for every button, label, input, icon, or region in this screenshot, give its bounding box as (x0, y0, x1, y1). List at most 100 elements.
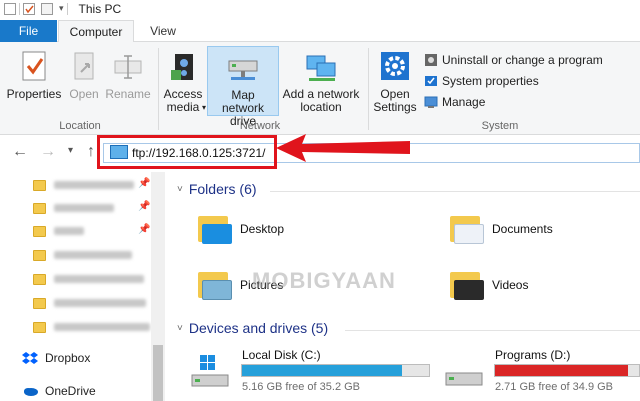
group-separator (158, 48, 159, 130)
annotation-arrow-icon (276, 134, 410, 162)
tab-file[interactable]: File (0, 20, 57, 42)
blurred-label (54, 299, 146, 307)
up-arrow-icon[interactable]: ↑ (87, 143, 95, 161)
open-settings-button[interactable]: Open Settings (372, 50, 418, 114)
folders-header-label: Folders (6) (188, 181, 257, 197)
open-icon (74, 52, 94, 80)
properties-label: Properties (6, 87, 62, 101)
folder-tile-documents[interactable]: Documents (450, 214, 553, 244)
drive-usage-bar (494, 364, 640, 377)
manage-button[interactable]: Manage (424, 93, 485, 111)
section-divider (270, 191, 640, 192)
system-properties-button[interactable]: System properties (424, 72, 539, 90)
media-icon (171, 54, 193, 80)
forward-arrow-icon[interactable]: → (40, 143, 56, 161)
drive-name: Programs (D:) (495, 348, 571, 362)
quick-access-item[interactable] (33, 246, 132, 264)
qat-properties-icon[interactable] (23, 2, 35, 15)
window-title: This PC (78, 1, 122, 16)
properties-icon (22, 51, 46, 81)
pictures-folder-icon (198, 270, 232, 300)
manage-icon (424, 96, 438, 108)
folder-icon (33, 297, 46, 309)
open-button[interactable]: Open (66, 50, 102, 101)
title-separator (66, 2, 68, 15)
uninstall-program-button[interactable]: Uninstall or change a program (424, 51, 603, 69)
access-media-button[interactable]: Access media ▾ (160, 50, 206, 114)
folder-icon (33, 179, 46, 191)
open-label: Open (69, 87, 99, 101)
nav-item-onedrive[interactable]: OneDrive (22, 384, 96, 398)
access-media-dropdown-icon: ▾ (201, 103, 206, 112)
add-network-location-button[interactable]: Add a network location (282, 50, 360, 114)
quick-access-item[interactable] (33, 176, 134, 194)
properties-button[interactable]: Properties (4, 50, 64, 101)
pin-icon: 📌 (138, 224, 151, 235)
title-bar: ▾ This PC (0, 0, 640, 17)
pin-icon: 📌 (138, 201, 151, 212)
drive-free-space: 5.16 GB free of 35.2 GB (242, 381, 361, 393)
qat-new-folder-icon[interactable] (41, 2, 53, 15)
blurred-label (54, 275, 144, 283)
quick-access-item[interactable] (33, 318, 150, 336)
section-divider (345, 330, 640, 331)
qat-separator (19, 2, 20, 15)
folders-section-header[interactable]: ˅ Folders (6) (177, 181, 257, 197)
drive-usage-bar (241, 364, 430, 377)
folder-tile-videos[interactable]: Videos (450, 270, 528, 300)
uninstall-label: Uninstall or change a program (442, 53, 603, 67)
network-drive-icon (228, 60, 258, 80)
location-group-label: Location (59, 120, 101, 132)
system-properties-label: System properties (442, 74, 539, 88)
quick-access-item[interactable] (33, 270, 144, 288)
blurred-label (54, 181, 134, 189)
folder-name: Desktop (240, 222, 285, 236)
drive-name: Local Disk (C:) (242, 348, 321, 362)
folder-icon (33, 249, 46, 261)
quick-access-item[interactable] (33, 294, 146, 312)
tab-view[interactable]: View (140, 20, 186, 42)
ribbon-tabs: File Computer View (0, 20, 640, 43)
drive-free-space: 2.71 GB free of 34.9 GB (495, 381, 614, 393)
group-separator (368, 48, 369, 130)
onedrive-cloud-icon (24, 388, 38, 396)
folder-tile-desktop[interactable]: Desktop (198, 214, 284, 244)
rename-button[interactable]: Rename (104, 50, 152, 101)
quick-access-item[interactable] (33, 199, 114, 217)
folder-icon (33, 225, 46, 237)
manage-label: Manage (442, 95, 486, 109)
hard-drive-icon (445, 372, 483, 386)
nav-item-dropbox[interactable]: Dropbox (22, 351, 90, 365)
qat-customize-icon[interactable]: ▾ (59, 3, 64, 14)
drive-tile-c[interactable]: Local Disk (C:) 5.16 GB free of 35.2 GB (190, 347, 440, 397)
system-group-label: System (481, 120, 519, 132)
chevron-down-icon: ˅ (177, 322, 183, 334)
dropbox-label: Dropbox (45, 351, 91, 365)
ribbon: Properties Open Rename Location Access m… (0, 42, 640, 135)
back-arrow-icon[interactable]: ← (12, 143, 28, 161)
drive-usage-fill (242, 365, 402, 376)
pin-icon: 📌 (138, 178, 151, 189)
recent-locations-chevron-icon[interactable]: ▾ (68, 145, 73, 156)
map-network-drive-button[interactable]: Map network drive (207, 46, 279, 128)
chevron-down-icon: ˅ (177, 183, 183, 195)
drive-tile-d[interactable]: Programs (D:) 2.71 GB free of 34.9 GB (444, 347, 640, 397)
rename-icon (114, 55, 142, 79)
folder-icon (33, 321, 46, 333)
open-settings-label: Open Settings (373, 87, 417, 114)
rename-label: Rename (105, 87, 151, 101)
nav-pane-scroll-thumb[interactable] (153, 345, 163, 401)
videos-folder-icon (450, 270, 484, 300)
app-icon (4, 2, 16, 15)
tab-computer[interactable]: Computer (58, 20, 134, 43)
blurred-label (54, 227, 84, 235)
folder-icon (33, 202, 46, 214)
quick-access-item[interactable] (33, 222, 84, 240)
folder-name: Videos (492, 278, 529, 292)
watermark: MOBIGYAAN (252, 268, 396, 293)
network-location-icon (306, 55, 336, 81)
blurred-label (54, 323, 150, 331)
documents-folder-icon (450, 214, 484, 244)
folder-name: Documents (492, 222, 553, 236)
devices-section-header[interactable]: ˅ Devices and drives (5) (177, 320, 328, 336)
